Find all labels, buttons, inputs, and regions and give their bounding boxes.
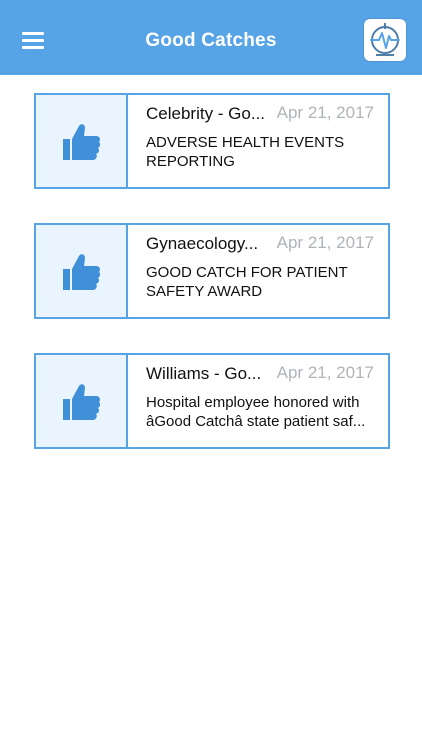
thumbs-up-icon (63, 254, 101, 290)
card-description: GOOD CATCH FOR PATIENT SAFETY AWARD (146, 264, 348, 300)
app-logo-icon (364, 19, 406, 61)
card-thumbnail (36, 95, 128, 187)
card-title: Williams - Go... (146, 364, 262, 383)
card-thumbnail (36, 225, 128, 317)
card-description: Hospital employee honored with âGood Cat… (146, 394, 366, 430)
card-title: Celebrity - Go... (146, 104, 266, 123)
app-header: Good Catches (0, 0, 422, 75)
card-title: Gynaecology... (146, 234, 259, 253)
card-description: ADVERSE HEALTH EVENTS REPORTING (146, 134, 345, 170)
page-title: Good Catches (145, 30, 277, 51)
card-date: Apr 21, 2017 (276, 103, 374, 122)
good-catch-card[interactable]: Williams - Go... Apr 21, 2017 Hospital e… (34, 353, 390, 449)
thumbs-up-icon (63, 384, 101, 420)
good-catch-card[interactable]: Gynaecology... Apr 21, 2017 GOOD CATCH F… (34, 223, 390, 319)
card-date: Apr 21, 2017 (276, 363, 374, 382)
thumbs-up-icon (63, 124, 101, 160)
good-catch-card[interactable]: Celebrity - Go... Apr 21, 2017 ADVERSE H… (34, 93, 390, 189)
card-thumbnail (36, 355, 128, 447)
card-date: Apr 21, 2017 (276, 233, 374, 252)
